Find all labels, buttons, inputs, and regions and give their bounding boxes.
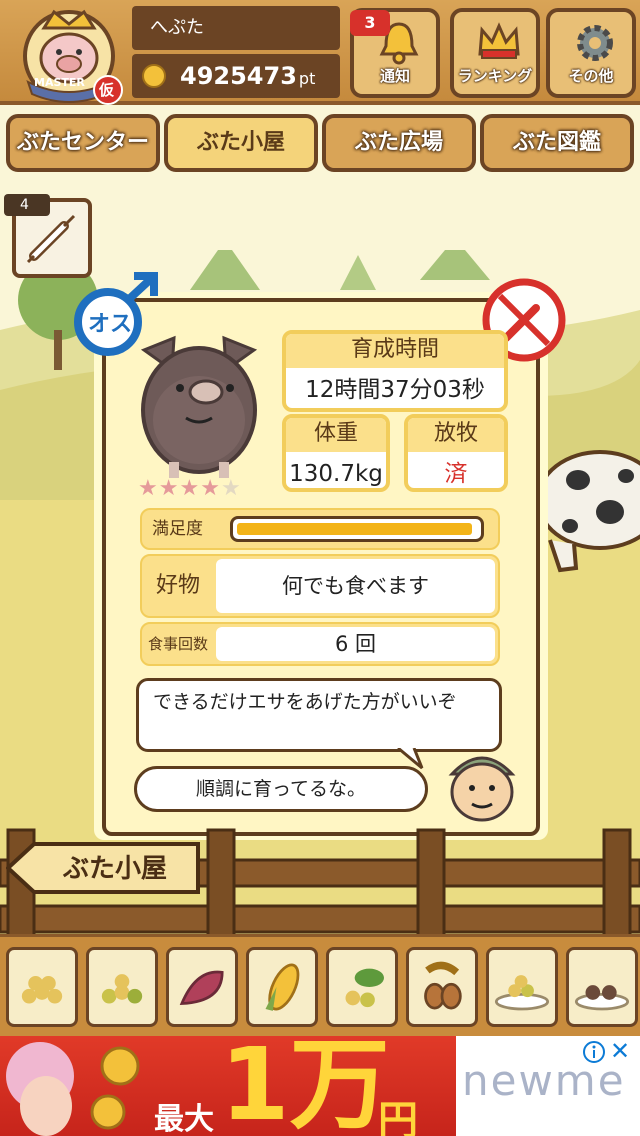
vegetable-grain-icon [345, 968, 384, 1008]
corn-icon [265, 963, 300, 1011]
ad-character-illustration [6, 1042, 140, 1136]
meals-row: 食事回数 6 回 [140, 622, 500, 666]
food-mixed-grain-button[interactable] [86, 947, 158, 1027]
grazing-value: 済 [444, 461, 468, 487]
notification-label: 通知 [379, 67, 410, 85]
points-unit: pt [298, 69, 316, 88]
food-corn-button[interactable] [246, 947, 318, 1027]
location-sign-text: ぶた小屋 [62, 854, 167, 884]
notification-button[interactable]: 3 通知 [350, 8, 440, 98]
meals-label: 食事回数 [148, 635, 209, 653]
food-soybeans-button[interactable] [6, 947, 78, 1027]
food-vegetable-grain-button[interactable] [326, 947, 398, 1027]
tab-bar: ぶたセンター ぶた小屋 ぶた広場 ぶた図鑑 [0, 110, 640, 176]
points-value: 4925473 [180, 62, 297, 90]
farmer-avatar [448, 756, 516, 822]
tab-buta-goya[interactable]: ぶた小屋 [164, 114, 318, 172]
tab-buta-center[interactable]: ぶたセンター [6, 114, 160, 172]
ad-yen: 円 [378, 1098, 418, 1136]
temp-mark: 仮 [99, 81, 115, 99]
food-grain-plate-button[interactable] [486, 947, 558, 1027]
syringe-count: 4 [4, 194, 50, 216]
weight-box: 体重 130.7kg [282, 414, 390, 492]
ad-creative[interactable]: 最大 1万 円 [0, 1036, 456, 1136]
points-display: 4925473 pt [132, 54, 340, 98]
other-button[interactable]: その他 [546, 8, 636, 98]
gear-icon [577, 25, 613, 61]
food-meat-plate-button[interactable] [566, 947, 638, 1027]
crown-icon [478, 22, 520, 59]
pig-rating-stars: ★★★★★ [138, 476, 242, 501]
meals-value: 6 回 [216, 627, 495, 661]
advice-bubble: できるだけエサをあげた方がいいぞ [136, 678, 502, 752]
syringe-icon [26, 214, 76, 264]
soybeans-icon [21, 976, 63, 1004]
star-icon: ★ [179, 476, 201, 501]
gender-label: オス [88, 312, 133, 337]
comment-bubble: 順調に育ってるな。 [134, 766, 428, 812]
ad-max-label: 最大 [154, 1102, 214, 1136]
acorn-icon [424, 961, 462, 1010]
satisfaction-row: 満足度 [140, 508, 500, 550]
satisfaction-label: 満足度 [152, 519, 203, 539]
notification-badge: 3 [350, 10, 390, 36]
ad-amount: 1万 [220, 1036, 390, 1136]
tab-buta-hiroba[interactable]: ぶた広場 [322, 114, 476, 172]
food-acorn-button[interactable] [406, 947, 478, 1027]
ranking-button[interactable]: ランキング [450, 8, 540, 98]
advertisement-banner[interactable]: 最大 1万 円 newme ✕ [0, 1036, 640, 1136]
meat-plate-icon [574, 985, 630, 1011]
star-icon: ★ [158, 476, 180, 501]
master-badge-text: MASTER [34, 76, 85, 89]
favorite-row: 好物 何でも食べます [140, 554, 500, 618]
food-bar [0, 934, 640, 1036]
ranking-label: ランキング [457, 67, 533, 85]
satisfaction-bar [230, 516, 484, 542]
favorite-label: 好物 [156, 573, 201, 598]
star-icon: ★ [138, 476, 159, 501]
ad-info-icon[interactable] [582, 1040, 606, 1064]
mixed-grain-icon [101, 974, 143, 1004]
header-bar: MASTER 仮 へぷた 4925473 pt 3 通知 ランキング その他 [0, 0, 640, 105]
grazing-label: 放牧 [408, 418, 504, 452]
growth-time-box: 育成時間 12時間37分03秒 [282, 330, 508, 412]
other-label: その他 [568, 67, 614, 85]
grain-plate-icon [494, 975, 550, 1011]
weight-value: 130.7kg [289, 461, 383, 487]
username-display: へぷた [132, 6, 340, 50]
food-sweet-potato-button[interactable] [166, 947, 238, 1027]
growth-time-value: 12時間37分03秒 [305, 377, 485, 403]
sweet-potato-icon [179, 970, 224, 1005]
star-icon: ★ [200, 476, 221, 501]
weight-label: 体重 [286, 418, 386, 452]
ad-close-icon[interactable]: ✕ [610, 1038, 630, 1064]
satisfaction-bar-fill [237, 523, 473, 535]
favorite-value: 何でも食べます [216, 559, 495, 613]
grazing-box: 放牧 済 [404, 414, 508, 492]
tab-buta-zukan[interactable]: ぶた図鑑 [480, 114, 634, 172]
star-empty-icon: ★ [220, 476, 242, 501]
pig-portrait [140, 335, 258, 478]
growth-time-label: 育成時間 [286, 334, 504, 368]
coin-icon [142, 64, 166, 88]
